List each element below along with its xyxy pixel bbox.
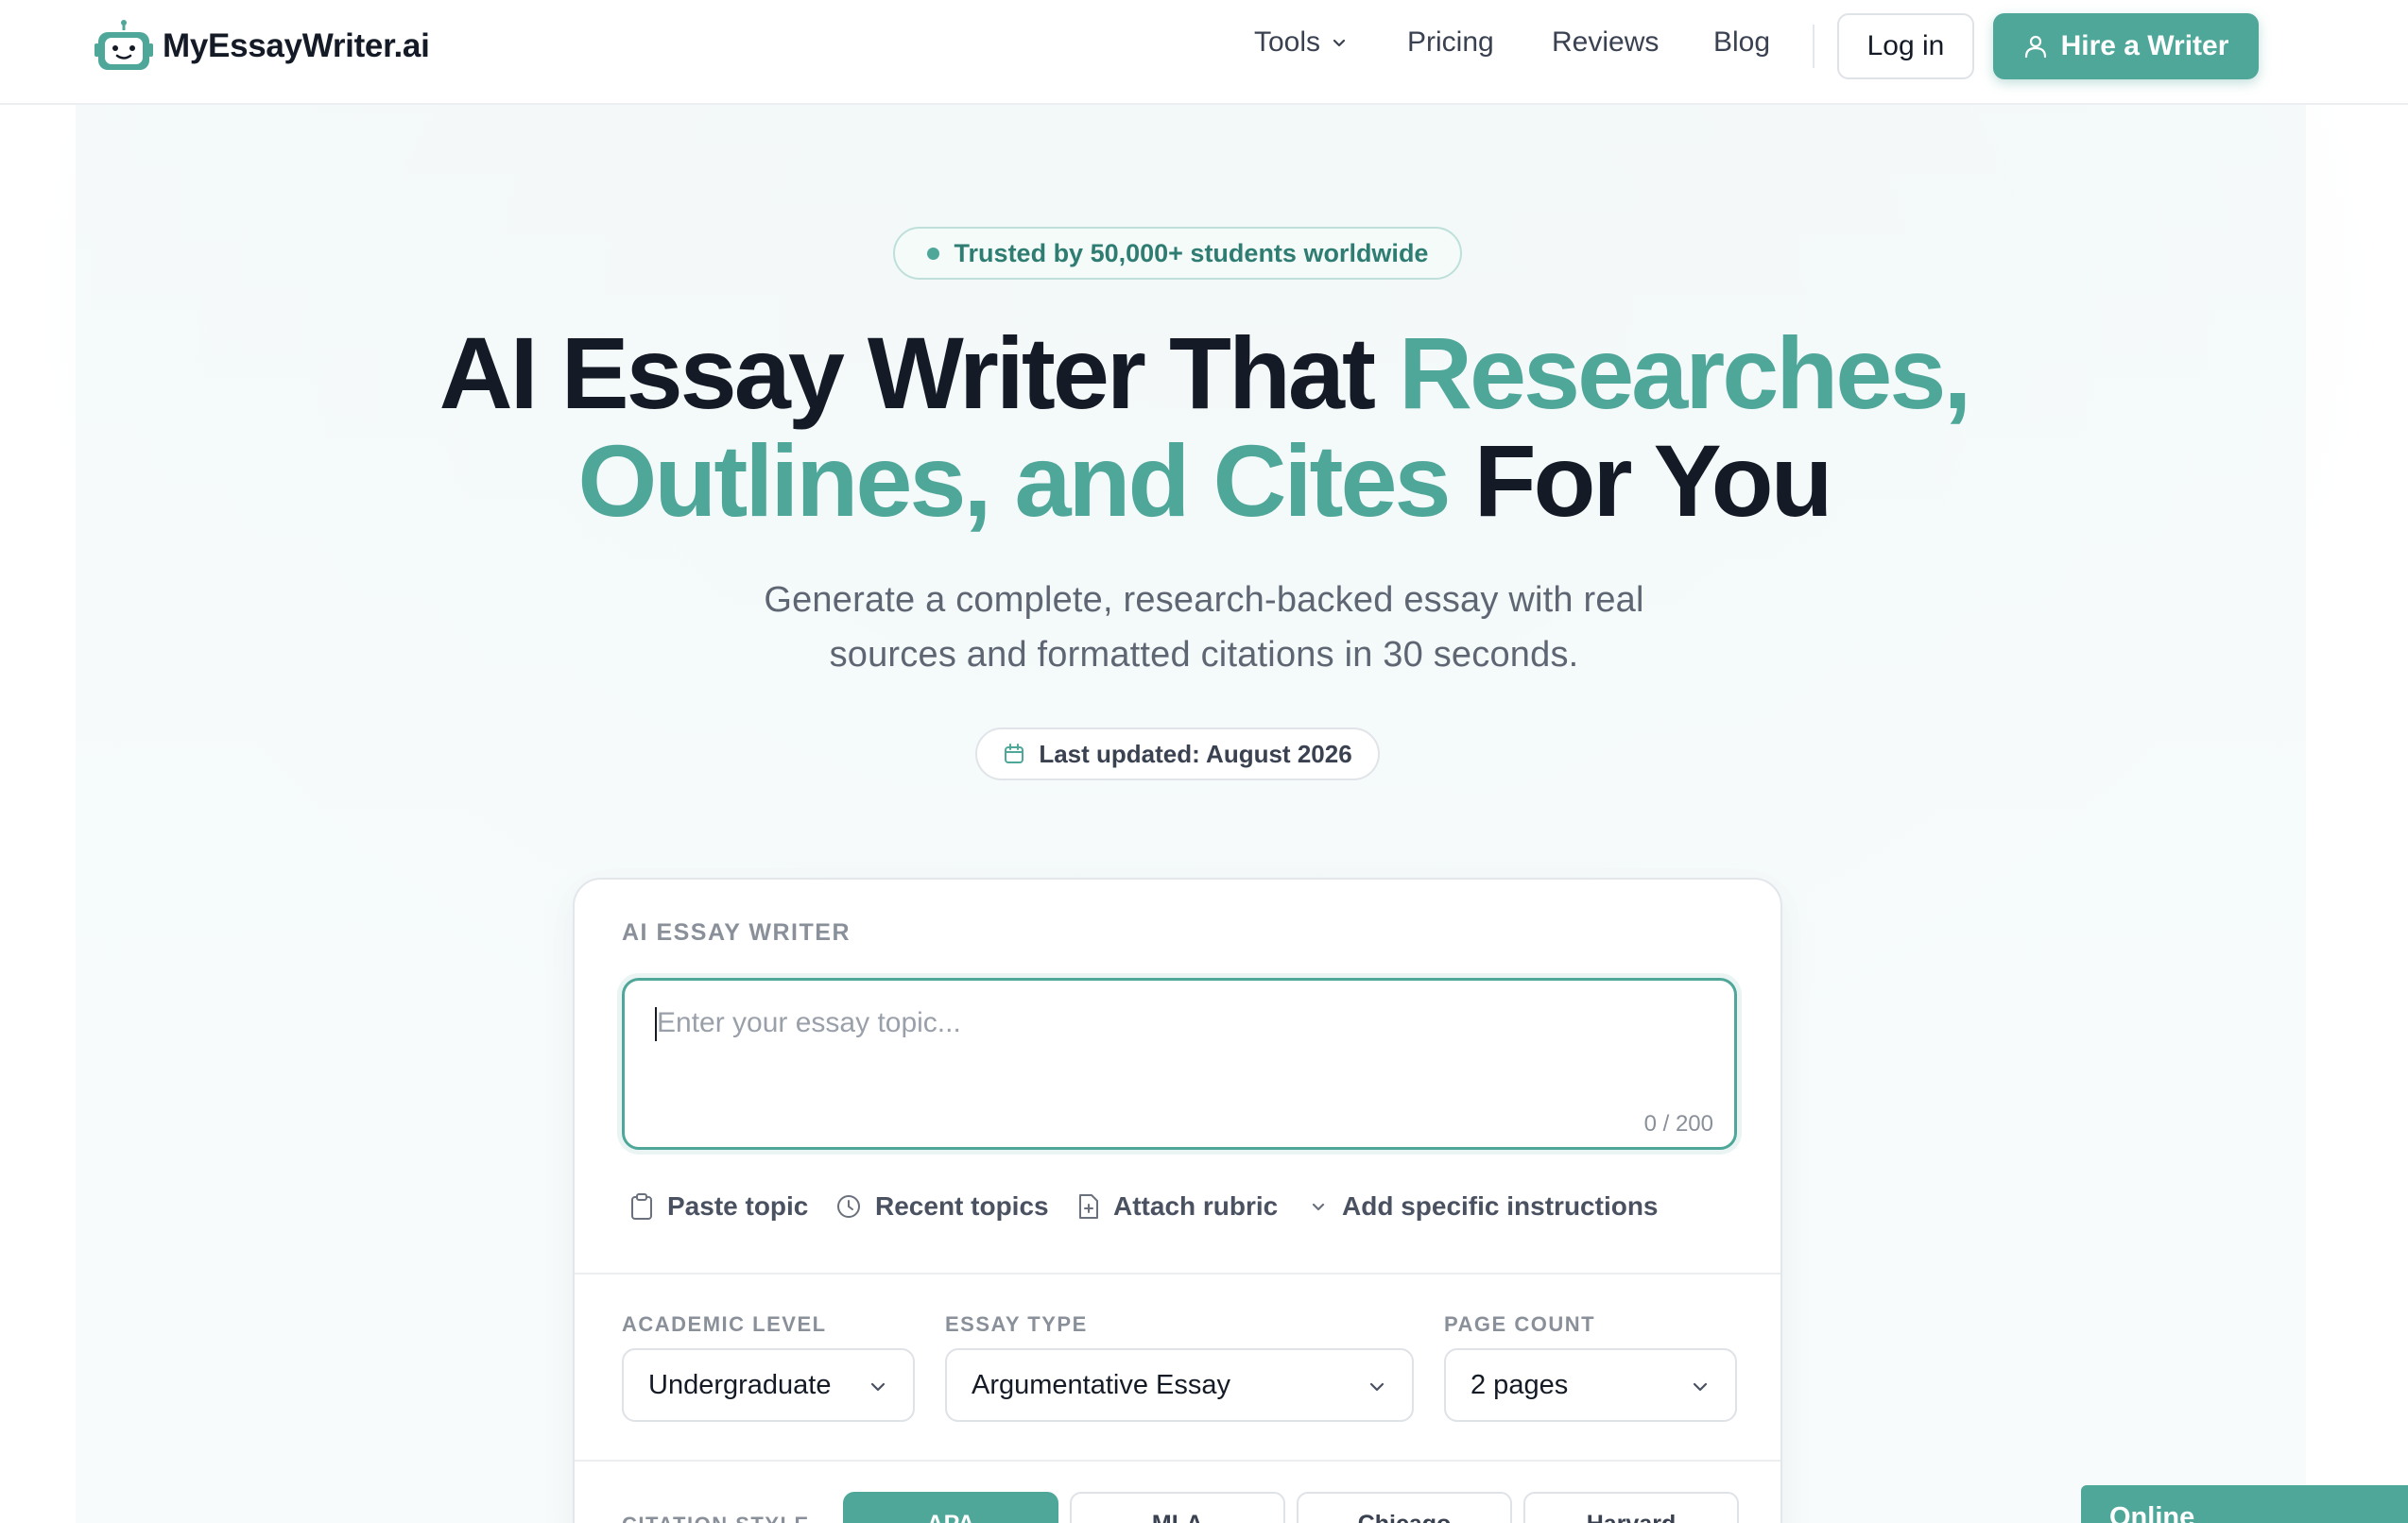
hero-headline: AI Essay Writer That Researches, Outline… — [0, 319, 2408, 535]
calendar-icon — [1005, 744, 1024, 763]
robot-icon — [95, 20, 153, 70]
chevron-down-icon — [1312, 1203, 1325, 1211]
citation-option-mla[interactable]: MLA — [1070, 1492, 1285, 1523]
divider — [575, 1460, 1780, 1462]
nav-reviews[interactable]: Reviews — [1552, 26, 1659, 59]
topic-input[interactable]: Enter your essay topic... 0 / 200 — [622, 978, 1737, 1150]
subhead-line1: Generate a complete, research-backed ess… — [764, 580, 1644, 620]
essay-type-select[interactable]: Argumentative Essay — [945, 1348, 1414, 1422]
paste-topic-button[interactable]: Paste topic — [629, 1191, 808, 1222]
file-plus-icon — [1079, 1194, 1098, 1219]
clipboard-icon — [631, 1193, 652, 1220]
site-header: MyEssayWriter.ai Tools Pricing Reviews B… — [0, 0, 2408, 105]
page-count-select[interactable]: 2 pages — [1444, 1348, 1737, 1422]
trust-badge: Trusted by 50,000+ students worldwide — [893, 227, 1462, 280]
essay-type-label: ESSAY TYPE — [945, 1312, 1088, 1336]
citation-option-apa[interactable]: APA — [843, 1492, 1058, 1523]
hire-writer-label: Hire a Writer — [2060, 30, 2229, 61]
academic-level-value: Undergraduate — [648, 1369, 832, 1400]
logo[interactable]: MyEssayWriter.ai — [95, 19, 430, 74]
headline-accent2: Outlines, and Cites — [577, 423, 1451, 538]
headline-part1: AI Essay Writer That — [439, 316, 1399, 430]
chevron-down-icon — [1333, 39, 1346, 47]
character-counter: 0 / 200 — [1643, 1111, 1713, 1137]
academic-level-select[interactable]: Undergraduate — [622, 1348, 915, 1422]
chevron-down-icon — [1693, 1382, 1708, 1392]
add-instructions-button[interactable]: Add specific instructions — [1308, 1191, 1659, 1222]
attach-rubric-label: Attach rubric — [1113, 1191, 1279, 1221]
divider — [575, 1273, 1780, 1275]
chevron-down-icon — [870, 1382, 886, 1392]
last-updated-badge: Last updated: August 2026 — [975, 727, 1380, 780]
page-count-value: 2 pages — [1471, 1369, 1569, 1400]
add-instructions-label: Add specific instructions — [1342, 1191, 1659, 1221]
headline-part2: For You — [1448, 423, 1833, 538]
nav-tools-label: Tools — [1254, 26, 1321, 58]
user-icon — [2024, 35, 2046, 59]
last-updated-text: Last updated: August 2026 — [1039, 739, 1352, 768]
login-button[interactable]: Log in — [1837, 13, 1974, 79]
subhead-line2: sources and formatted citations in 30 se… — [829, 635, 1579, 675]
recent-topics-button[interactable]: Recent topics — [835, 1191, 1049, 1222]
clock-icon — [837, 1195, 860, 1218]
topic-placeholder: Enter your essay topic... — [657, 1007, 961, 1038]
recent-topics-label: Recent topics — [875, 1191, 1049, 1221]
citation-option-chicago[interactable]: Chicago — [1297, 1492, 1512, 1523]
academic-level-label: ACADEMIC LEVEL — [622, 1312, 827, 1336]
paste-topic-label: Paste topic — [667, 1191, 809, 1221]
chevron-down-icon — [1369, 1382, 1385, 1392]
headline-accent1: Researches, — [1398, 316, 1971, 430]
nav-divider — [1813, 25, 1815, 68]
nav-pricing[interactable]: Pricing — [1407, 26, 1494, 59]
nav-blog[interactable]: Blog — [1713, 26, 1770, 59]
attach-rubric-button[interactable]: Attach rubric — [1077, 1191, 1278, 1222]
hire-writer-button[interactable]: Hire a Writer — [1993, 13, 2259, 79]
status-dot-icon — [926, 247, 939, 260]
citation-option-harvard[interactable]: Harvard — [1523, 1492, 1739, 1523]
nav-tools[interactable]: Tools — [1254, 26, 1349, 59]
trust-badge-text: Trusted by 50,000+ students worldwide — [954, 238, 1429, 267]
page-count-label: PAGE COUNT — [1444, 1312, 1596, 1336]
citation-style-label: CITATION STYLE — [622, 1513, 810, 1523]
card-label: AI ESSAY WRITER — [622, 919, 851, 946]
essay-type-value: Argumentative Essay — [972, 1369, 1231, 1400]
logo-text: MyEssayWriter.ai — [163, 27, 430, 64]
chat-widget-online[interactable]: Online — [2081, 1485, 2408, 1523]
essay-writer-card: AI ESSAY WRITER Enter your essay topic..… — [573, 878, 1782, 1523]
hero-subheading: Generate a complete, research-backed ess… — [0, 573, 2408, 682]
